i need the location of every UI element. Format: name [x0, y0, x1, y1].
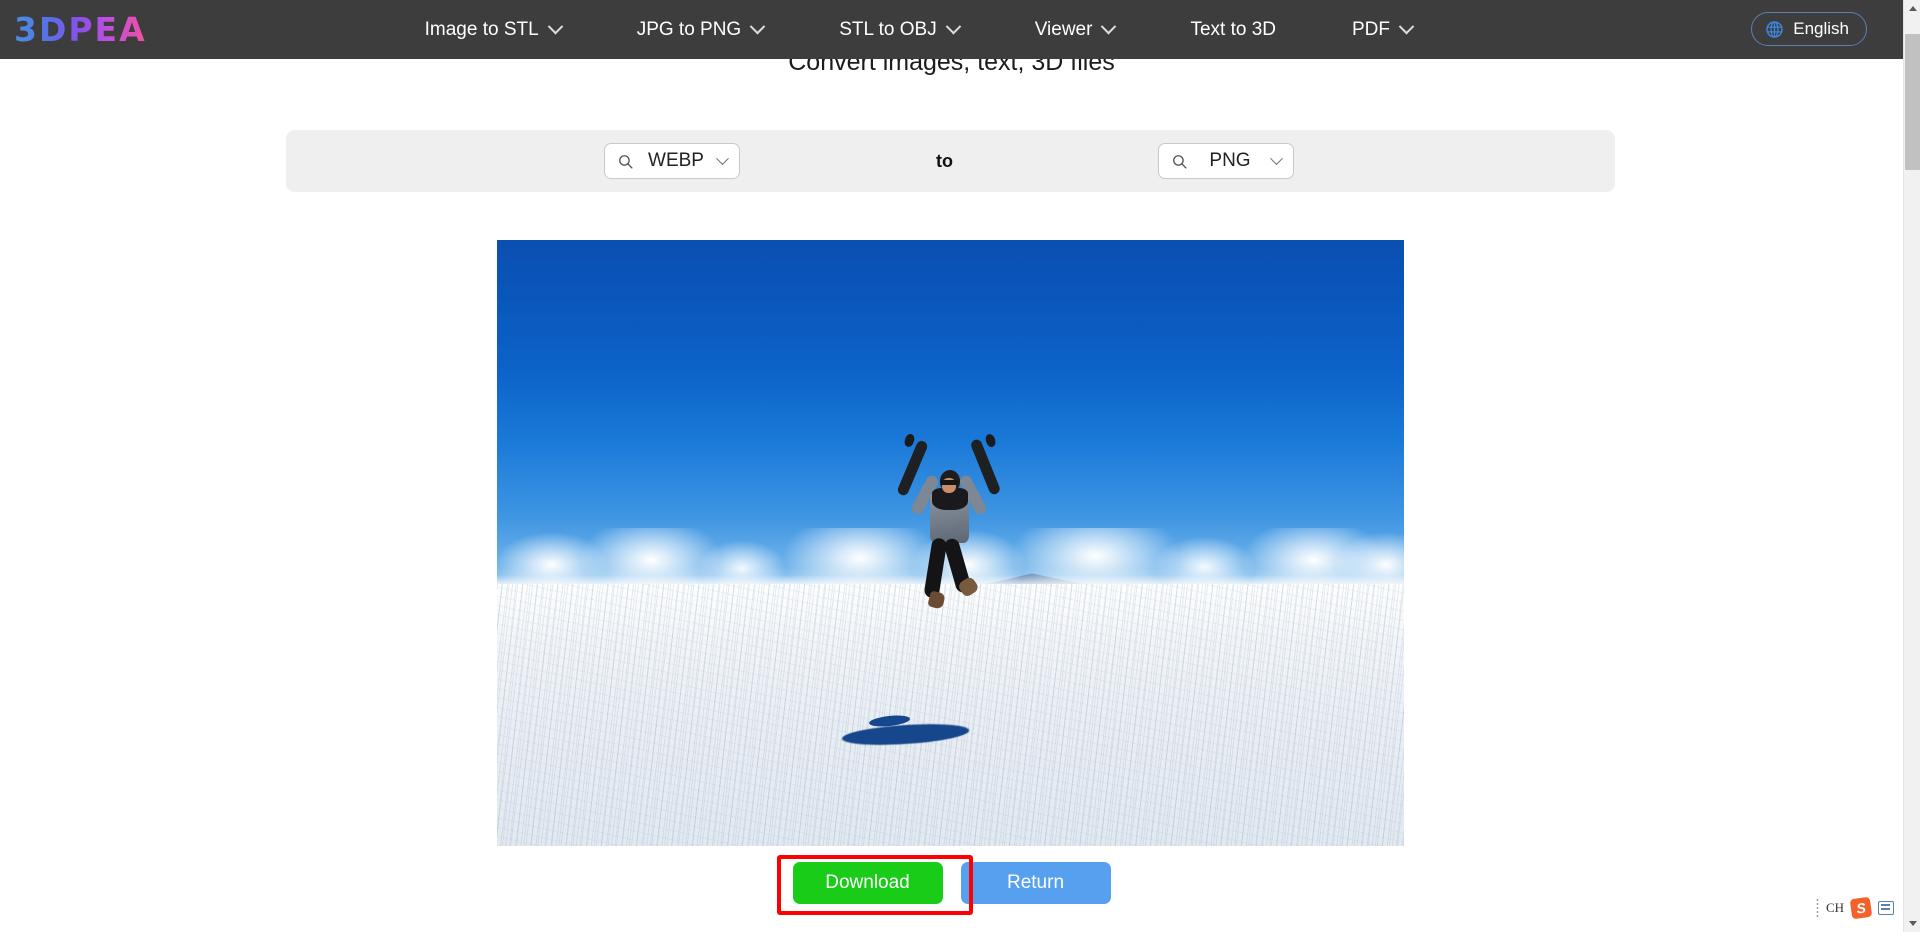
top-navbar: 3DPEA Image to STL JPG to PNG STL to OBJ…: [0, 0, 1903, 59]
target-format-select[interactable]: PNG: [1158, 143, 1294, 179]
person-hand-right: [984, 432, 998, 448]
target-format-label: PNG: [1209, 150, 1251, 171]
ime-language-label[interactable]: CH: [1826, 900, 1844, 916]
search-icon: [1173, 154, 1187, 169]
page-scrollbar[interactable]: [1903, 0, 1920, 932]
return-button[interactable]: Return: [960, 862, 1111, 904]
person-boot-left: [927, 590, 947, 611]
image-person: [892, 432, 1010, 616]
nav-item-pdf[interactable]: PDF: [1314, 19, 1450, 41]
action-button-row: Download Return: [0, 862, 1903, 904]
nav-label: JPG to PNG: [636, 18, 742, 40]
page-root: 3DPEA Image to STL JPG to PNG STL to OBJ…: [0, 0, 1920, 932]
chevron-down-icon: [945, 18, 961, 35]
nav-item-image-to-stl[interactable]: Image to STL: [387, 19, 599, 41]
converter-connector-label: to: [936, 150, 953, 171]
triangle-up-icon: [1908, 6, 1917, 11]
nav-label: PDF: [1352, 18, 1390, 40]
triangle-down-icon: [1908, 921, 1917, 926]
site-logo[interactable]: 3DPEA: [14, 13, 147, 46]
nav-label: STL to OBJ: [839, 18, 937, 40]
drag-handle-icon[interactable]: [1815, 898, 1819, 918]
source-format-select[interactable]: WEBP: [604, 143, 740, 179]
nav-item-viewer[interactable]: Viewer: [997, 19, 1153, 41]
chevron-down-icon: [749, 18, 766, 35]
nav-item-text-to-3d[interactable]: Text to 3D: [1152, 19, 1314, 41]
chevron-down-icon: [716, 151, 729, 165]
chevron-down-icon: [1270, 151, 1283, 165]
nav-label: Viewer: [1034, 18, 1093, 40]
main-navigation: Image to STL JPG to PNG STL to OBJ Viewe…: [387, 19, 1450, 41]
globe-icon: [1766, 20, 1783, 38]
chevron-down-icon: [1398, 18, 1415, 35]
scrollbar-thumb[interactable]: [1905, 34, 1920, 170]
language-selector[interactable]: English: [1751, 12, 1867, 46]
download-button[interactable]: Download: [792, 862, 943, 904]
nav-item-stl-to-obj[interactable]: STL to OBJ: [801, 19, 997, 41]
scrollbar-down-button[interactable]: [1904, 915, 1920, 932]
nav-label: Text to 3D: [1190, 18, 1276, 40]
sogou-logo-icon[interactable]: S: [1849, 896, 1873, 920]
person-sunglasses: [940, 480, 959, 485]
image-salt-flat: [497, 584, 1404, 846]
search-icon: [619, 154, 633, 169]
chevron-down-icon: [547, 18, 563, 35]
nav-label: Image to STL: [424, 18, 539, 40]
ime-status-tray[interactable]: CH S: [1815, 896, 1894, 920]
keyboard-icon[interactable]: [1878, 901, 1894, 915]
converted-image-preview: [497, 240, 1404, 846]
format-converter-bar: WEBP to PNG: [286, 130, 1615, 192]
person-hand-left: [902, 432, 916, 448]
source-format-label: WEBP: [648, 150, 704, 171]
chevron-down-icon: [1101, 18, 1117, 35]
language-label: English: [1793, 19, 1849, 38]
scrollbar-up-button[interactable]: [1904, 0, 1920, 17]
nav-item-jpg-to-png[interactable]: JPG to PNG: [599, 19, 802, 41]
